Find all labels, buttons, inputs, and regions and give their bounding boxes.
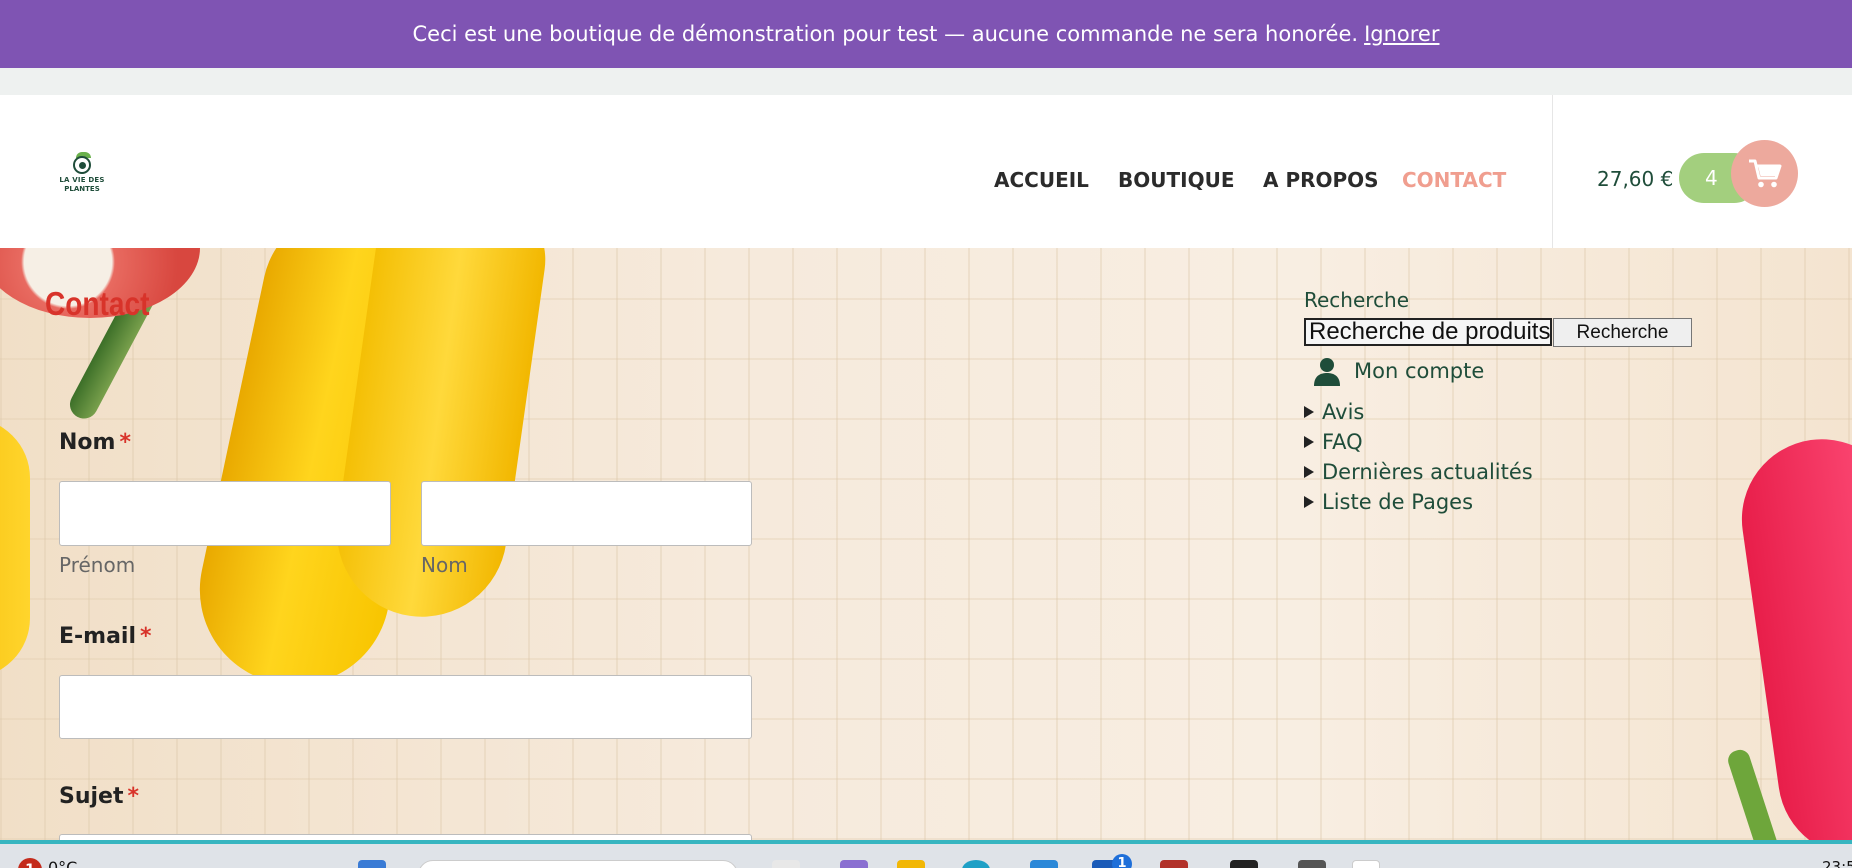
required-mark: *: [127, 784, 140, 809]
page-title: Contact: [45, 285, 150, 322]
subject-label: Sujet *: [59, 784, 139, 809]
edge-browser-icon[interactable]: [962, 860, 990, 868]
email-field[interactable]: [59, 675, 752, 739]
demo-store-notice: Ceci est une boutique de démonstration p…: [0, 0, 1852, 68]
sidebar-item-label: Dernières actualités: [1322, 460, 1533, 484]
logo-text-line2: PLANTES: [64, 185, 100, 193]
mail-notification-badge: 1: [1112, 854, 1132, 868]
sidebar-item-faq[interactable]: FAQ: [1304, 430, 1363, 454]
taskbar-search-box[interactable]: [418, 860, 738, 868]
tulip-decoration: [0, 418, 30, 678]
disclosure-triangle-icon: [1304, 496, 1314, 508]
subject-label-text: Sujet: [59, 784, 124, 809]
search-button[interactable]: Recherche: [1553, 318, 1692, 347]
notice-text: Ceci est une boutique de démonstration p…: [412, 22, 1359, 46]
first-name-field[interactable]: [59, 481, 391, 546]
app-icon[interactable]: [1352, 860, 1380, 868]
header-divider: [1552, 95, 1553, 248]
cart-button[interactable]: [1731, 140, 1798, 207]
logo-seed-icon: [79, 162, 86, 169]
app-icon[interactable]: [1298, 860, 1326, 868]
teams-icon[interactable]: [840, 860, 868, 868]
nav-item-a-propos[interactable]: A PROPOS: [1263, 168, 1379, 192]
first-name-sublabel: Prénom: [59, 553, 136, 577]
required-mark: *: [119, 430, 131, 455]
email-label: E-mail *: [59, 624, 152, 649]
disclosure-triangle-icon: [1304, 406, 1314, 418]
user-icon: [1314, 358, 1340, 386]
nav-item-boutique[interactable]: BOUTIQUE: [1118, 168, 1234, 192]
windows-start-icon[interactable]: [358, 860, 386, 868]
email-label-text: E-mail: [59, 624, 137, 649]
site-header: LA VIE DES PLANTES ACCUEIL BOUTIQUE A PR…: [0, 95, 1852, 248]
my-account-link[interactable]: Mon compte: [1312, 356, 1484, 386]
app-icon[interactable]: [1160, 860, 1188, 868]
app-icon[interactable]: [1230, 860, 1258, 868]
my-account-label: Mon compte: [1354, 359, 1485, 383]
leaf-decoration: [1725, 747, 1781, 840]
name-label-text: Nom: [59, 430, 116, 455]
sidebar-item-label: Liste de Pages: [1322, 490, 1474, 514]
weather-alert-badge[interactable]: 1: [18, 858, 42, 868]
notice-spacer: [0, 68, 1852, 95]
task-view-icon[interactable]: [772, 860, 800, 868]
weather-temperature[interactable]: 0°C: [48, 858, 77, 868]
os-taskbar: 1 0°C 1 23:5: [0, 840, 1852, 868]
file-explorer-icon[interactable]: [897, 860, 925, 868]
product-search-input[interactable]: Recherche de produits…: [1304, 318, 1552, 346]
sidebar-item-liste-de-pages[interactable]: Liste de Pages: [1304, 490, 1473, 514]
sidebar-search-title: Recherche: [1304, 288, 1410, 312]
last-name-field[interactable]: [421, 481, 752, 546]
disclosure-triangle-icon: [1304, 466, 1314, 478]
notice-dismiss-link[interactable]: Ignorer: [1364, 22, 1439, 46]
nav-item-accueil[interactable]: ACCUEIL: [994, 168, 1089, 192]
site-logo[interactable]: LA VIE DES PLANTES: [58, 150, 106, 198]
clock-time[interactable]: 23:5: [1822, 858, 1852, 868]
store-icon[interactable]: [1030, 860, 1058, 868]
cart-total[interactable]: 27,60 €: [1597, 167, 1673, 191]
shopping-cart-icon: [1748, 159, 1781, 187]
name-label: Nom *: [59, 430, 131, 455]
logo-text-line1: LA VIE DES: [59, 176, 105, 184]
sidebar-item-label: FAQ: [1322, 430, 1363, 454]
sidebar-item-avis[interactable]: Avis: [1304, 400, 1364, 424]
nav-item-contact[interactable]: CONTACT: [1402, 168, 1506, 192]
required-mark: *: [140, 624, 152, 649]
disclosure-triangle-icon: [1304, 436, 1314, 448]
last-name-sublabel: Nom: [421, 553, 468, 577]
sidebar-item-label: Avis: [1322, 400, 1365, 424]
sidebar-item-dernieres-actualites[interactable]: Dernières actualités: [1304, 460, 1533, 484]
